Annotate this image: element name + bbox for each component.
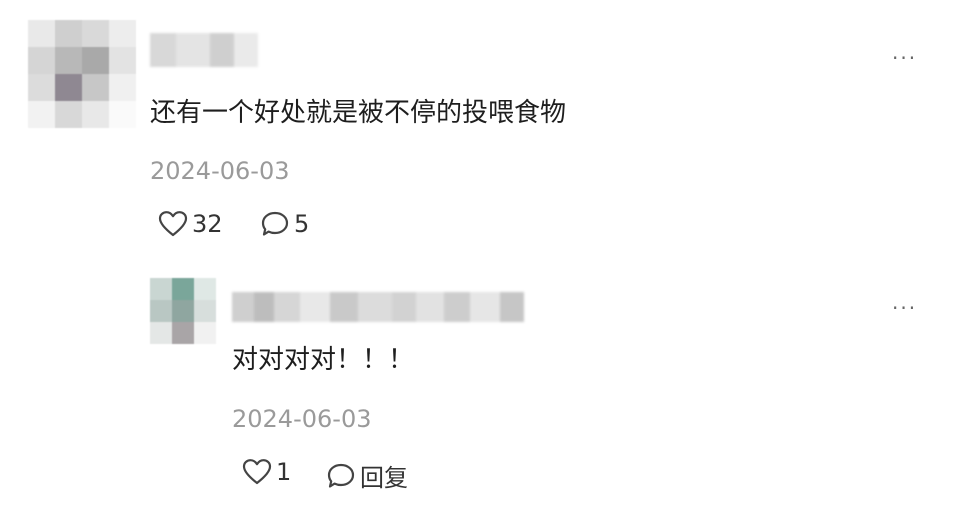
heart-icon bbox=[158, 211, 188, 237]
reply-count: 5 bbox=[294, 210, 310, 238]
reply-text: 对对对对！！！ bbox=[232, 345, 415, 375]
reply-username-blurred[interactable] bbox=[232, 292, 524, 322]
more-options-button[interactable]: ··· bbox=[892, 48, 917, 68]
more-dots-icon: ··· bbox=[892, 296, 918, 320]
reply-button[interactable]: 回复 bbox=[326, 458, 408, 493]
comment-date: 2024-06-03 bbox=[150, 157, 290, 185]
username-blurred[interactable] bbox=[150, 33, 258, 67]
comment-text: 还有一个好处就是被不停的投喂食物 bbox=[150, 98, 567, 128]
reply-like-count: 1 bbox=[276, 458, 292, 486]
avatar[interactable] bbox=[28, 20, 136, 128]
reply-label: 回复 bbox=[360, 464, 408, 492]
more-dots-icon: ··· bbox=[892, 46, 918, 70]
comment-button[interactable]: 5 bbox=[260, 210, 309, 238]
reply-avatar[interactable] bbox=[150, 278, 216, 344]
reply-more-options-button[interactable]: ··· bbox=[892, 298, 917, 318]
heart-icon bbox=[242, 459, 272, 485]
reply-date: 2024-06-03 bbox=[232, 405, 372, 433]
like-count: 32 bbox=[192, 210, 223, 238]
comment-bubble-icon bbox=[261, 211, 289, 236]
like-button[interactable]: 32 bbox=[158, 210, 223, 238]
reply-like-button[interactable]: 1 bbox=[242, 458, 291, 486]
comment-bubble-icon bbox=[327, 463, 355, 488]
